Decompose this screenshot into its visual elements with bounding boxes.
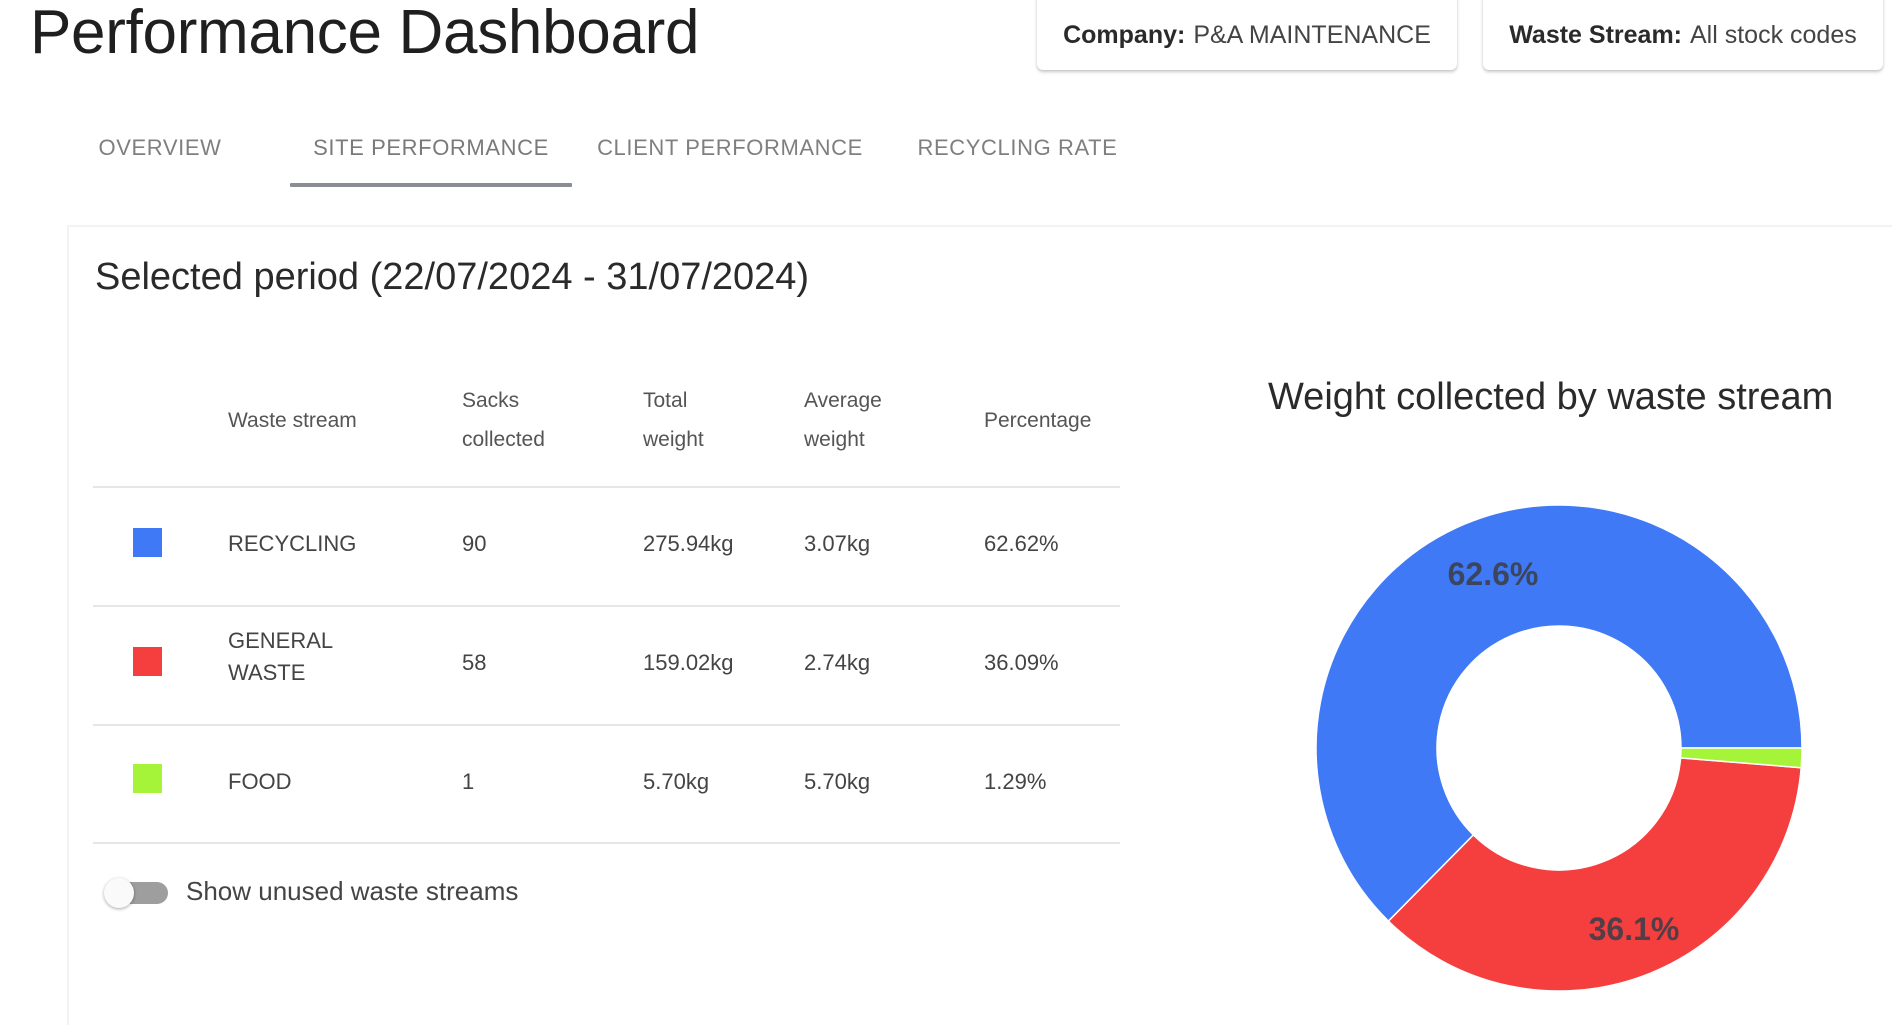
chart-title: Weight collected by waste stream [1268,376,1834,418]
color-swatch [133,647,162,676]
page-title: Performance Dashboard [30,0,700,67]
company-filter-value: P&A MAINTENANCE [1193,20,1431,49]
period-title: Selected period (22/07/2024 - 31/07/2024… [95,256,810,298]
sacks-collected: 90 [462,531,487,556]
average-weight: 2.74kg [804,650,871,675]
tab-recycling-rate[interactable]: RECYCLING RATE [905,120,1130,186]
header-average-line2: weight [804,428,865,451]
waste-stream-name-line1: GENERAL [228,628,334,653]
table-row: RECYCLING 90 275.94kg 3.07kg 62.62% [93,488,1120,606]
header-sacks-line1: Sacks [462,389,520,412]
company-filter-key: Company: [1063,20,1186,49]
show-unused-streams-toggle[interactable] [104,876,168,908]
tab-site-performance[interactable]: SITE PERFORMANCE [290,120,572,186]
tab-bar: OVERVIEW SITE PERFORMANCE CLIENT PERFORM… [0,120,1200,190]
slice-general-waste[interactable] [1387,757,1803,992]
average-weight: 3.07kg [804,531,871,556]
average-weight: 5.70kg [804,769,871,794]
header-total-line1: Total [643,389,688,412]
slice-label-recycling: 62.6% [1448,556,1539,592]
total-weight: 159.02kg [643,650,734,675]
table-row: FOOD 1 5.70kg 5.70kg 1.29% [93,726,1120,844]
percentage: 36.09% [984,650,1059,675]
table-divider [93,842,1120,844]
waste-stream-filter-button[interactable]: Waste Stream: All stock codes [1483,0,1883,70]
total-weight: 5.70kg [643,769,710,794]
header-average-line1: Average [804,389,882,412]
percentage: 62.62% [984,531,1059,556]
color-swatch [133,528,162,557]
active-tab-indicator [290,183,572,187]
waste-stream-name-line2: WASTE [228,660,306,685]
percentage: 1.29% [984,769,1047,794]
sacks-collected: 1 [462,769,475,794]
waste-stream-name: RECYCLING [228,531,357,556]
donut-chart: 62.6% 36.1% [1315,504,1803,992]
header-sacks-line2: collected [462,428,545,451]
header-percentage: Percentage [984,409,1092,432]
header-total-line2: weight [643,428,704,451]
show-unused-streams-label: Show unused waste streams [186,876,519,906]
table-header: Waste stream Sacks collected Total weigh… [93,370,1120,486]
tab-overview[interactable]: OVERVIEW [70,120,250,186]
table-row: GENERAL WASTE 58 159.02kg 2.74kg 36.09% [93,607,1120,725]
tab-client-performance[interactable]: CLIENT PERFORMANCE [585,120,875,186]
total-weight: 275.94kg [643,531,734,556]
sacks-collected: 58 [462,650,487,675]
company-filter-button[interactable]: Company: P&A MAINTENANCE [1037,0,1457,70]
waste-stream-name: FOOD [228,769,292,794]
waste-stream-filter-key: Waste Stream: [1509,20,1682,49]
slice-label-general-waste: 36.1% [1589,911,1680,947]
color-swatch [133,764,162,793]
toggle-thumb[interactable] [104,878,134,908]
header-waste-stream: Waste stream [228,409,357,432]
waste-stream-filter-value: All stock codes [1690,20,1857,49]
